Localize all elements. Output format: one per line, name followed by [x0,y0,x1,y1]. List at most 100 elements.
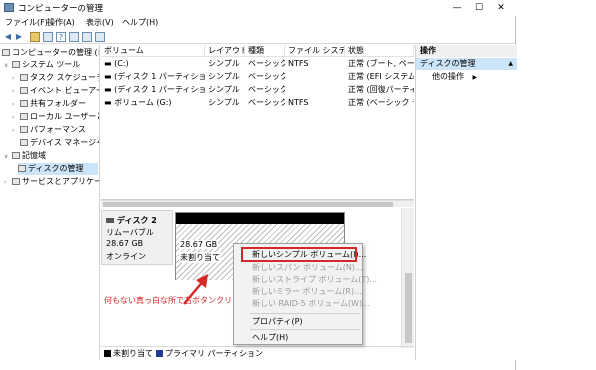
horizontal-scrollbar[interactable] [101,200,414,207]
partition-header-bar [176,213,344,224]
tree-item-disk-management[interactable]: ディスクの管理 [18,163,98,175]
menu-item-new-raid5-volume[interactable]: 新しい RAID-5 ボリューム(W)... [252,298,370,310]
folder-icon [20,100,28,107]
type-cell: ベーシック [248,59,285,68]
operations-disk-management[interactable]: ディスクの管理 ▲ [416,58,517,70]
view-icon[interactable] [69,32,79,42]
volume-cell: ▬ (C:) [104,59,129,68]
layout-cell: シンプル [208,85,240,94]
collapse-arrow-icon[interactable]: ∨ [4,60,12,72]
tools-icon [12,61,20,68]
forward-icon[interactable]: ▶ [14,32,24,42]
scrollbar-thumb[interactable] [405,273,412,343]
toolbar: ◀ ▶ ? [0,30,516,44]
view-icon[interactable] [95,32,105,42]
menu-separator [250,313,360,314]
performance-icon [20,126,28,133]
collapse-triangle-icon[interactable]: ▲ [508,58,513,70]
legend-unallocated: 未割り当て [113,349,153,358]
menu-item-new-spanned-volume[interactable]: 新しいスパン ボリューム(N)... [252,262,363,274]
type-cell: ベーシック [248,72,285,81]
back-icon[interactable]: ◀ [3,32,13,42]
menu-item-new-striped-volume[interactable]: 新しいストライプ ボリューム(T)... [252,274,377,286]
menu-item-new-mirrored-volume[interactable]: 新しいミラー ボリューム(R)... [252,286,362,298]
navigation-tree: コンピューターの管理 (ロー ∨システム ツール ›タスク スケジューラ ›イベ… [0,45,100,360]
menu-view[interactable]: 表示(V) [86,17,114,28]
maximize-button[interactable]: ☐ [472,1,486,15]
window-title: コンピューターの管理 [18,4,104,14]
legend-swatch-unallocated [104,350,111,357]
minimize-button[interactable]: — [450,1,464,15]
status-cell: 正常 (ブート, ページ [348,59,414,68]
submenu-arrow-icon: ▶ [472,74,478,81]
tree-item-local-users[interactable]: › ローカル ユーザーと [12,111,99,124]
expand-arrow-icon[interactable]: › [12,86,20,98]
operations-pane: 操作 ディスクの管理 ▲ 他の操作 ▶ [415,45,517,360]
layout-cell: シンプル [208,72,240,81]
menu-help[interactable]: ヘルプ(H) [122,17,158,28]
tree-item-shared-folders[interactable]: › 共有フォルダー [12,98,86,110]
expand-arrow-icon[interactable]: › [12,99,20,111]
view-icon[interactable] [82,32,92,42]
column-header-type[interactable]: 種類 [245,45,285,57]
tree-item-services[interactable]: ›サービスとアプリケーショ [4,176,99,189]
collapse-arrow-icon[interactable]: ∨ [4,151,12,163]
legend-swatch-primary [156,350,163,357]
operations-title: 操作 [416,45,517,57]
expand-arrow-icon[interactable]: › [4,177,12,189]
expand-arrow-icon[interactable]: › [12,125,20,137]
volume-cell: ▬ (ディスク 1 パーティション 1) [104,72,205,81]
column-header-status[interactable]: 状態 [345,45,414,57]
column-header-layout[interactable]: レイアウト [205,45,245,57]
tree-item-system-tools[interactable]: ∨ システム ツール [4,59,80,71]
expand-arrow-icon[interactable]: › [12,73,20,85]
expand-arrow-icon[interactable]: › [12,112,20,124]
tree-item-storage[interactable]: ∨ 記憶域 [4,150,46,162]
help-icon[interactable]: ? [56,32,66,42]
volume-cell: ▬ (ディスク 1 パーティション 4) [104,85,205,94]
up-folder-icon[interactable] [30,32,40,42]
services-icon [12,178,20,185]
legend: 未割り当て プライマリ パーティション [101,346,414,360]
status-cell: 正常 (回復パーティ [348,85,414,94]
menu-bar: ファイル(F) 操作(A) 表示(V) ヘルプ(H) [0,16,516,30]
scrollbar-thumb[interactable] [103,202,393,207]
computer-management-icon [4,3,14,12]
clock-icon [20,74,28,81]
tree-item-device-manager[interactable]: デバイス マネージャ [20,137,99,149]
tree-item-task-scheduler[interactable]: › タスク スケジューラ [12,72,99,85]
legend-primary: プライマリ パーティション [165,349,264,358]
filesystem-cell [285,84,345,96]
menu-item-help[interactable]: ヘルプ(H) [252,332,288,344]
disk-status: オンライン [106,252,146,261]
tree-item-event-viewer[interactable]: › イベント ビューアー [12,85,99,98]
disk-size: 28.67 GB [106,239,144,248]
operations-other[interactable]: 他の操作 ▶ [432,71,477,84]
menu-file[interactable]: ファイル(F) [5,17,48,28]
column-header-filesystem[interactable]: ファイル システム [285,45,345,57]
menu-action[interactable]: 操作(A) [47,17,75,28]
event-log-icon [20,87,28,94]
layout-cell: シンプル [208,98,240,107]
volume-cell: ▬ ボリューム (G:) [104,98,172,107]
computer-icon [2,49,10,56]
disk-info-panel[interactable]: ディスク 2 リムーバブル 28.67 GB オンライン [101,210,173,265]
filesystem-cell: NTFS [288,59,309,68]
volume-list: ボリューム レイアウト 種類 ファイル システム 状態 ▬ (C:) シンプル … [101,45,414,200]
close-button[interactable]: ✕ [494,1,508,15]
properties-icon[interactable] [43,32,53,42]
annotation-arrow-icon [183,274,208,305]
disk-type: リムーバブル [106,228,154,237]
column-header-volume[interactable]: ボリューム [101,45,205,57]
menu-item-properties[interactable]: プロパティ(P) [252,316,303,328]
highlight-box [241,247,357,262]
tree-item-root[interactable]: コンピューターの管理 (ロー [2,47,99,59]
title-bar: コンピューターの管理 — ☐ ✕ [0,0,516,16]
device-manager-icon [20,139,28,146]
tree-item-performance[interactable]: › パフォーマンス [12,124,86,136]
storage-icon [12,152,20,159]
removable-disk-icon [106,218,114,223]
users-icon [20,113,28,120]
vertical-scrollbar[interactable] [401,208,414,348]
partition-size: 28.67 GB [179,240,219,249]
